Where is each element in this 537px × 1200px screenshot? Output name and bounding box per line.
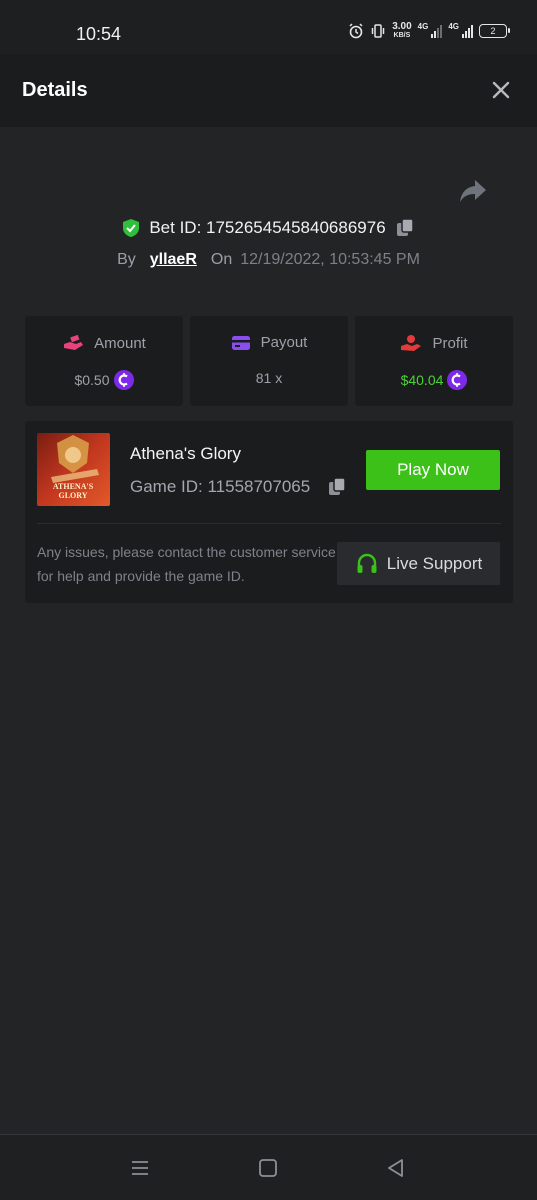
stat-label: Payout — [260, 334, 308, 351]
game-name: Athena's Glory — [130, 444, 241, 463]
status-icons: 3.00 KB/S 4G 4G 2 — [348, 22, 510, 40]
live-support-button[interactable]: Live Support — [337, 542, 500, 585]
stat-value: 81 x — [255, 370, 283, 386]
live-support-label: Live Support — [386, 553, 483, 573]
coin-icon — [447, 370, 468, 390]
bet-datetime: 12/19/2022, 10:53:45 PM — [240, 251, 420, 268]
network-speed: 3.00 KB/S — [392, 22, 411, 40]
stat-payout: Payout 81 x — [190, 316, 348, 406]
stat-value: $0.50 — [74, 372, 110, 388]
signal-icon-a — [431, 24, 443, 38]
details-header: Details — [0, 54, 537, 127]
status-bar: 10:54 3.00 KB/S 4G 4G 2 — [0, 0, 537, 54]
profit-hand-icon — [401, 335, 422, 351]
signal-icon-b — [462, 24, 473, 38]
stat-value: $40.04 — [400, 372, 444, 388]
verified-shield-icon — [123, 219, 140, 237]
support-info-text: Any issues, please contact the customer … — [37, 544, 336, 584]
close-icon — [492, 81, 510, 99]
copy-bet-id-icon[interactable] — [394, 217, 416, 239]
share-icon — [460, 180, 486, 202]
battery-level: 2 — [490, 26, 496, 36]
bet-author-row: By yllaeR On 12/19/2022, 10:53:45 PM — [0, 248, 537, 272]
thumb-title-line1: ATHENA'S — [53, 482, 94, 491]
hand-money-icon — [64, 334, 84, 350]
headset-icon — [357, 553, 377, 573]
alarm-icon — [349, 23, 363, 39]
network-type-b: 4G — [448, 22, 459, 31]
username-link[interactable]: yllaeR — [150, 251, 197, 269]
bet-id-row: Bet ID: 1752654545840686976 — [0, 215, 537, 241]
copy-game-id-icon[interactable] — [326, 476, 348, 498]
coin-icon — [113, 370, 134, 390]
close-button[interactable] — [489, 78, 513, 102]
game-thumbnail[interactable]: ATHENA'S GLORY — [37, 433, 110, 506]
share-button[interactable] — [458, 178, 490, 206]
speed-value: 3.00 — [392, 21, 412, 32]
bet-stats: Amount $0.50 Payout 81 x Profit $40.04 — [25, 316, 513, 406]
page-title: Details — [22, 79, 88, 101]
stat-profit: Profit $40.04 — [355, 316, 513, 406]
vibrate-icon — [371, 24, 385, 38]
on-label: On — [210, 251, 233, 268]
game-id: Game ID: 11558707065 — [130, 477, 311, 496]
stat-label: Profit — [432, 334, 468, 352]
back-triangle-icon — [388, 1159, 403, 1177]
divider — [37, 523, 501, 524]
game-id-row: Game ID: 11558707065 — [130, 476, 348, 498]
battery-icon: 2 — [479, 24, 510, 38]
network-type-a: 4G — [417, 22, 429, 31]
game-card: ATHENA'S GLORY Athena's Glory Game ID: 1… — [25, 421, 513, 603]
speed-unit: KB/S — [393, 32, 411, 39]
play-now-button[interactable]: Play Now — [366, 450, 500, 490]
system-nav-bar — [0, 1134, 537, 1200]
status-time: 10:54 — [76, 24, 122, 44]
stat-amount: Amount $0.50 — [25, 316, 183, 406]
thumb-title-line2: GLORY — [58, 491, 87, 500]
home-square-icon — [259, 1159, 277, 1177]
by-label: By — [117, 251, 136, 268]
menu-icon — [132, 1161, 148, 1175]
bet-id: Bet ID: 1752654545840686976 — [149, 218, 386, 237]
card-icon — [231, 335, 250, 350]
recent-apps-button[interactable] — [128, 1156, 152, 1180]
back-button[interactable] — [384, 1156, 408, 1180]
home-button[interactable] — [256, 1156, 280, 1180]
stat-label: Amount — [94, 334, 146, 352]
